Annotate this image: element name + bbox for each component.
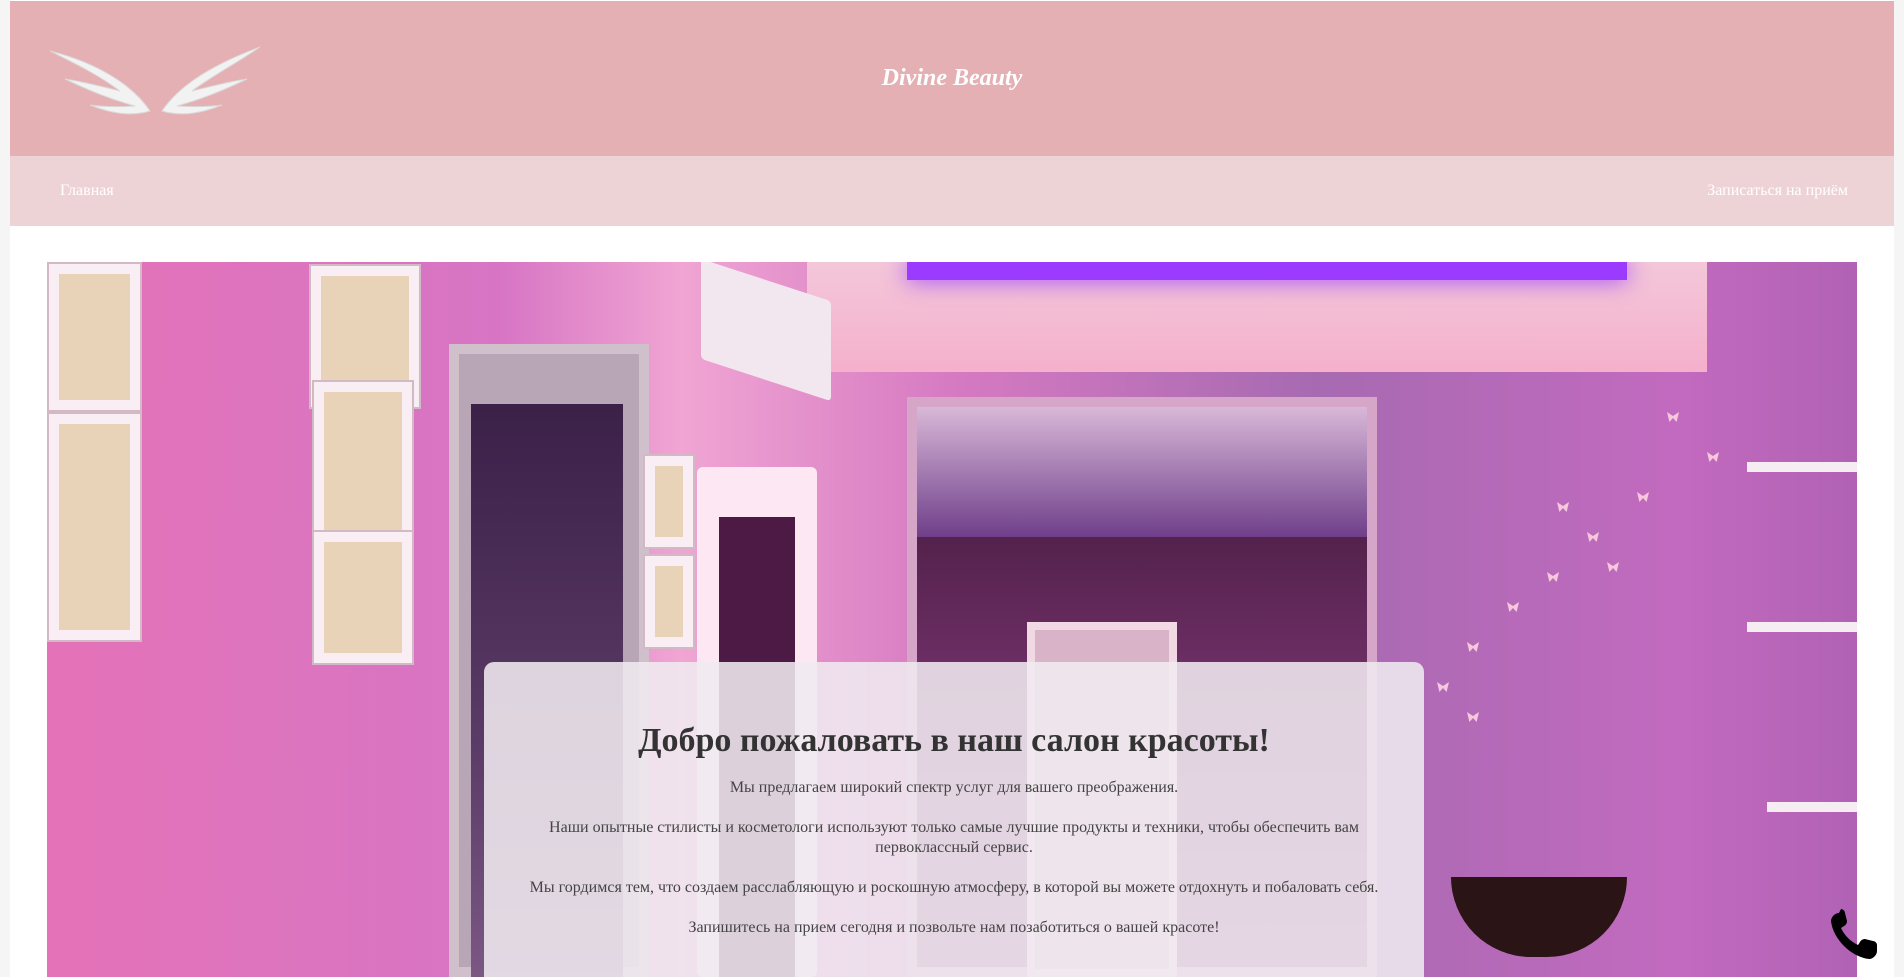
hallway-ceiling — [917, 407, 1367, 537]
certificate-frame — [47, 262, 142, 412]
site-header: Divine Beauty — [10, 1, 1894, 156]
certificate-frame — [312, 380, 414, 550]
site-title: Divine Beauty — [881, 65, 1023, 91]
certificate-frame — [643, 454, 695, 549]
butterfly-decor — [1557, 502, 1569, 512]
welcome-paragraph: Мы гордимся тем, что создаем расслабляющ… — [529, 879, 1379, 896]
butterfly-decor — [1587, 532, 1599, 542]
wall-shelf — [1747, 622, 1857, 632]
butterfly-decor — [1467, 642, 1479, 652]
butterfly-decor — [1507, 602, 1519, 612]
wall-shelf — [1747, 462, 1857, 472]
welcome-title: Добро пожаловать в наш салон красоты! — [638, 722, 1270, 759]
certificate-frame — [47, 412, 142, 642]
phone-icon[interactable] — [1825, 905, 1885, 965]
wash-basin — [1451, 877, 1627, 957]
butterfly-decor — [1667, 412, 1679, 422]
welcome-card: Добро пожаловать в наш салон красоты! Мы… — [484, 662, 1424, 977]
butterfly-decor — [1637, 492, 1649, 502]
welcome-paragraph: Мы предлагаем широкий спектр услуг для в… — [729, 779, 1179, 796]
certificate-frame — [643, 554, 695, 649]
butterfly-decor — [1707, 452, 1719, 462]
page: Divine Beauty Главная Записаться на приё… — [0, 0, 1904, 977]
welcome-paragraph: Запишитесь на прием сегодня и позвольте … — [688, 919, 1220, 936]
ceiling-light — [907, 262, 1627, 280]
butterfly-decor — [1607, 562, 1619, 572]
butterfly-decor — [1467, 712, 1479, 722]
main-nav: Главная Записаться на приём — [10, 156, 1894, 226]
welcome-paragraph: Наши опытные стилисты и косметологи испо… — [549, 819, 1359, 856]
certificate-frame — [312, 530, 414, 665]
wall-shelf — [1767, 802, 1857, 812]
nav-booking-link[interactable]: Записаться на приём — [1707, 182, 1848, 200]
butterfly-decor — [1547, 572, 1559, 582]
butterfly-decor — [1437, 682, 1449, 692]
nav-home-link[interactable]: Главная — [60, 182, 114, 200]
